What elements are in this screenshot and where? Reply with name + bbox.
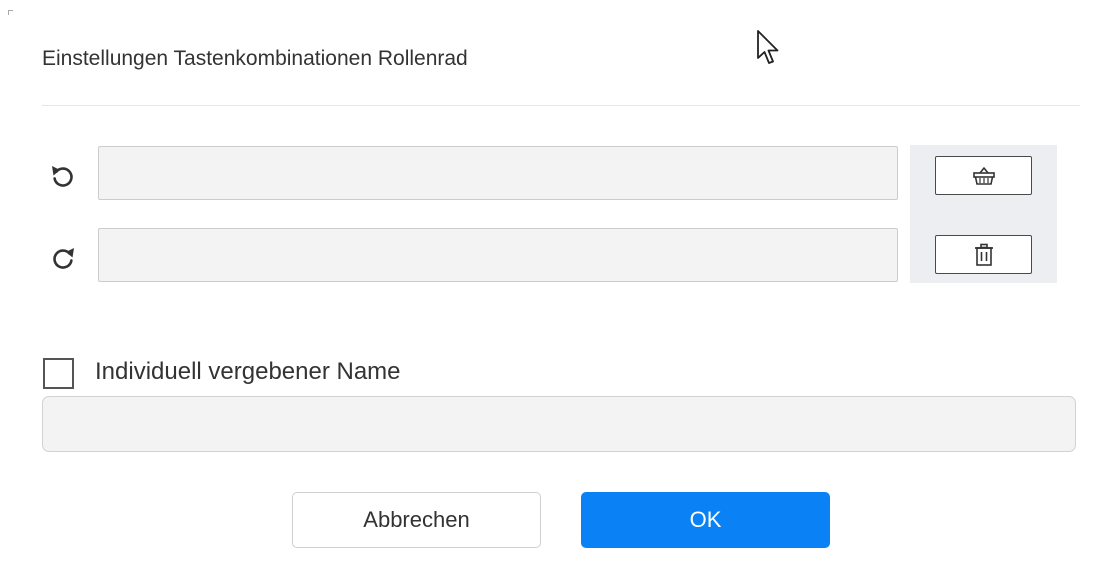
delete-shortcut-button[interactable] bbox=[935, 235, 1032, 274]
custom-name-input[interactable] bbox=[42, 396, 1076, 452]
corner-mark bbox=[8, 10, 13, 15]
custom-name-checkbox[interactable] bbox=[43, 358, 74, 389]
title-divider bbox=[42, 105, 1080, 106]
dialog-title: Einstellungen Tastenkombinationen Rollen… bbox=[42, 47, 468, 70]
cancel-button[interactable]: Abbrechen bbox=[292, 492, 541, 548]
rotate-ccw-icon bbox=[52, 166, 73, 187]
rotate-cw-icon bbox=[53, 248, 74, 269]
trash-icon bbox=[974, 243, 993, 266]
mouse-pointer-icon bbox=[757, 30, 779, 64]
rotate-left-shortcut-input[interactable] bbox=[98, 146, 898, 200]
rotate-right-shortcut-input[interactable] bbox=[98, 228, 898, 282]
broom-basket-icon bbox=[972, 166, 995, 185]
shortcut-settings-dialog: Einstellungen Tastenkombinationen Rollen… bbox=[0, 0, 1094, 571]
custom-name-label: Individuell vergebener Name bbox=[95, 358, 401, 385]
ok-button[interactable]: OK bbox=[581, 492, 830, 548]
clear-shortcut-button[interactable] bbox=[935, 156, 1032, 195]
